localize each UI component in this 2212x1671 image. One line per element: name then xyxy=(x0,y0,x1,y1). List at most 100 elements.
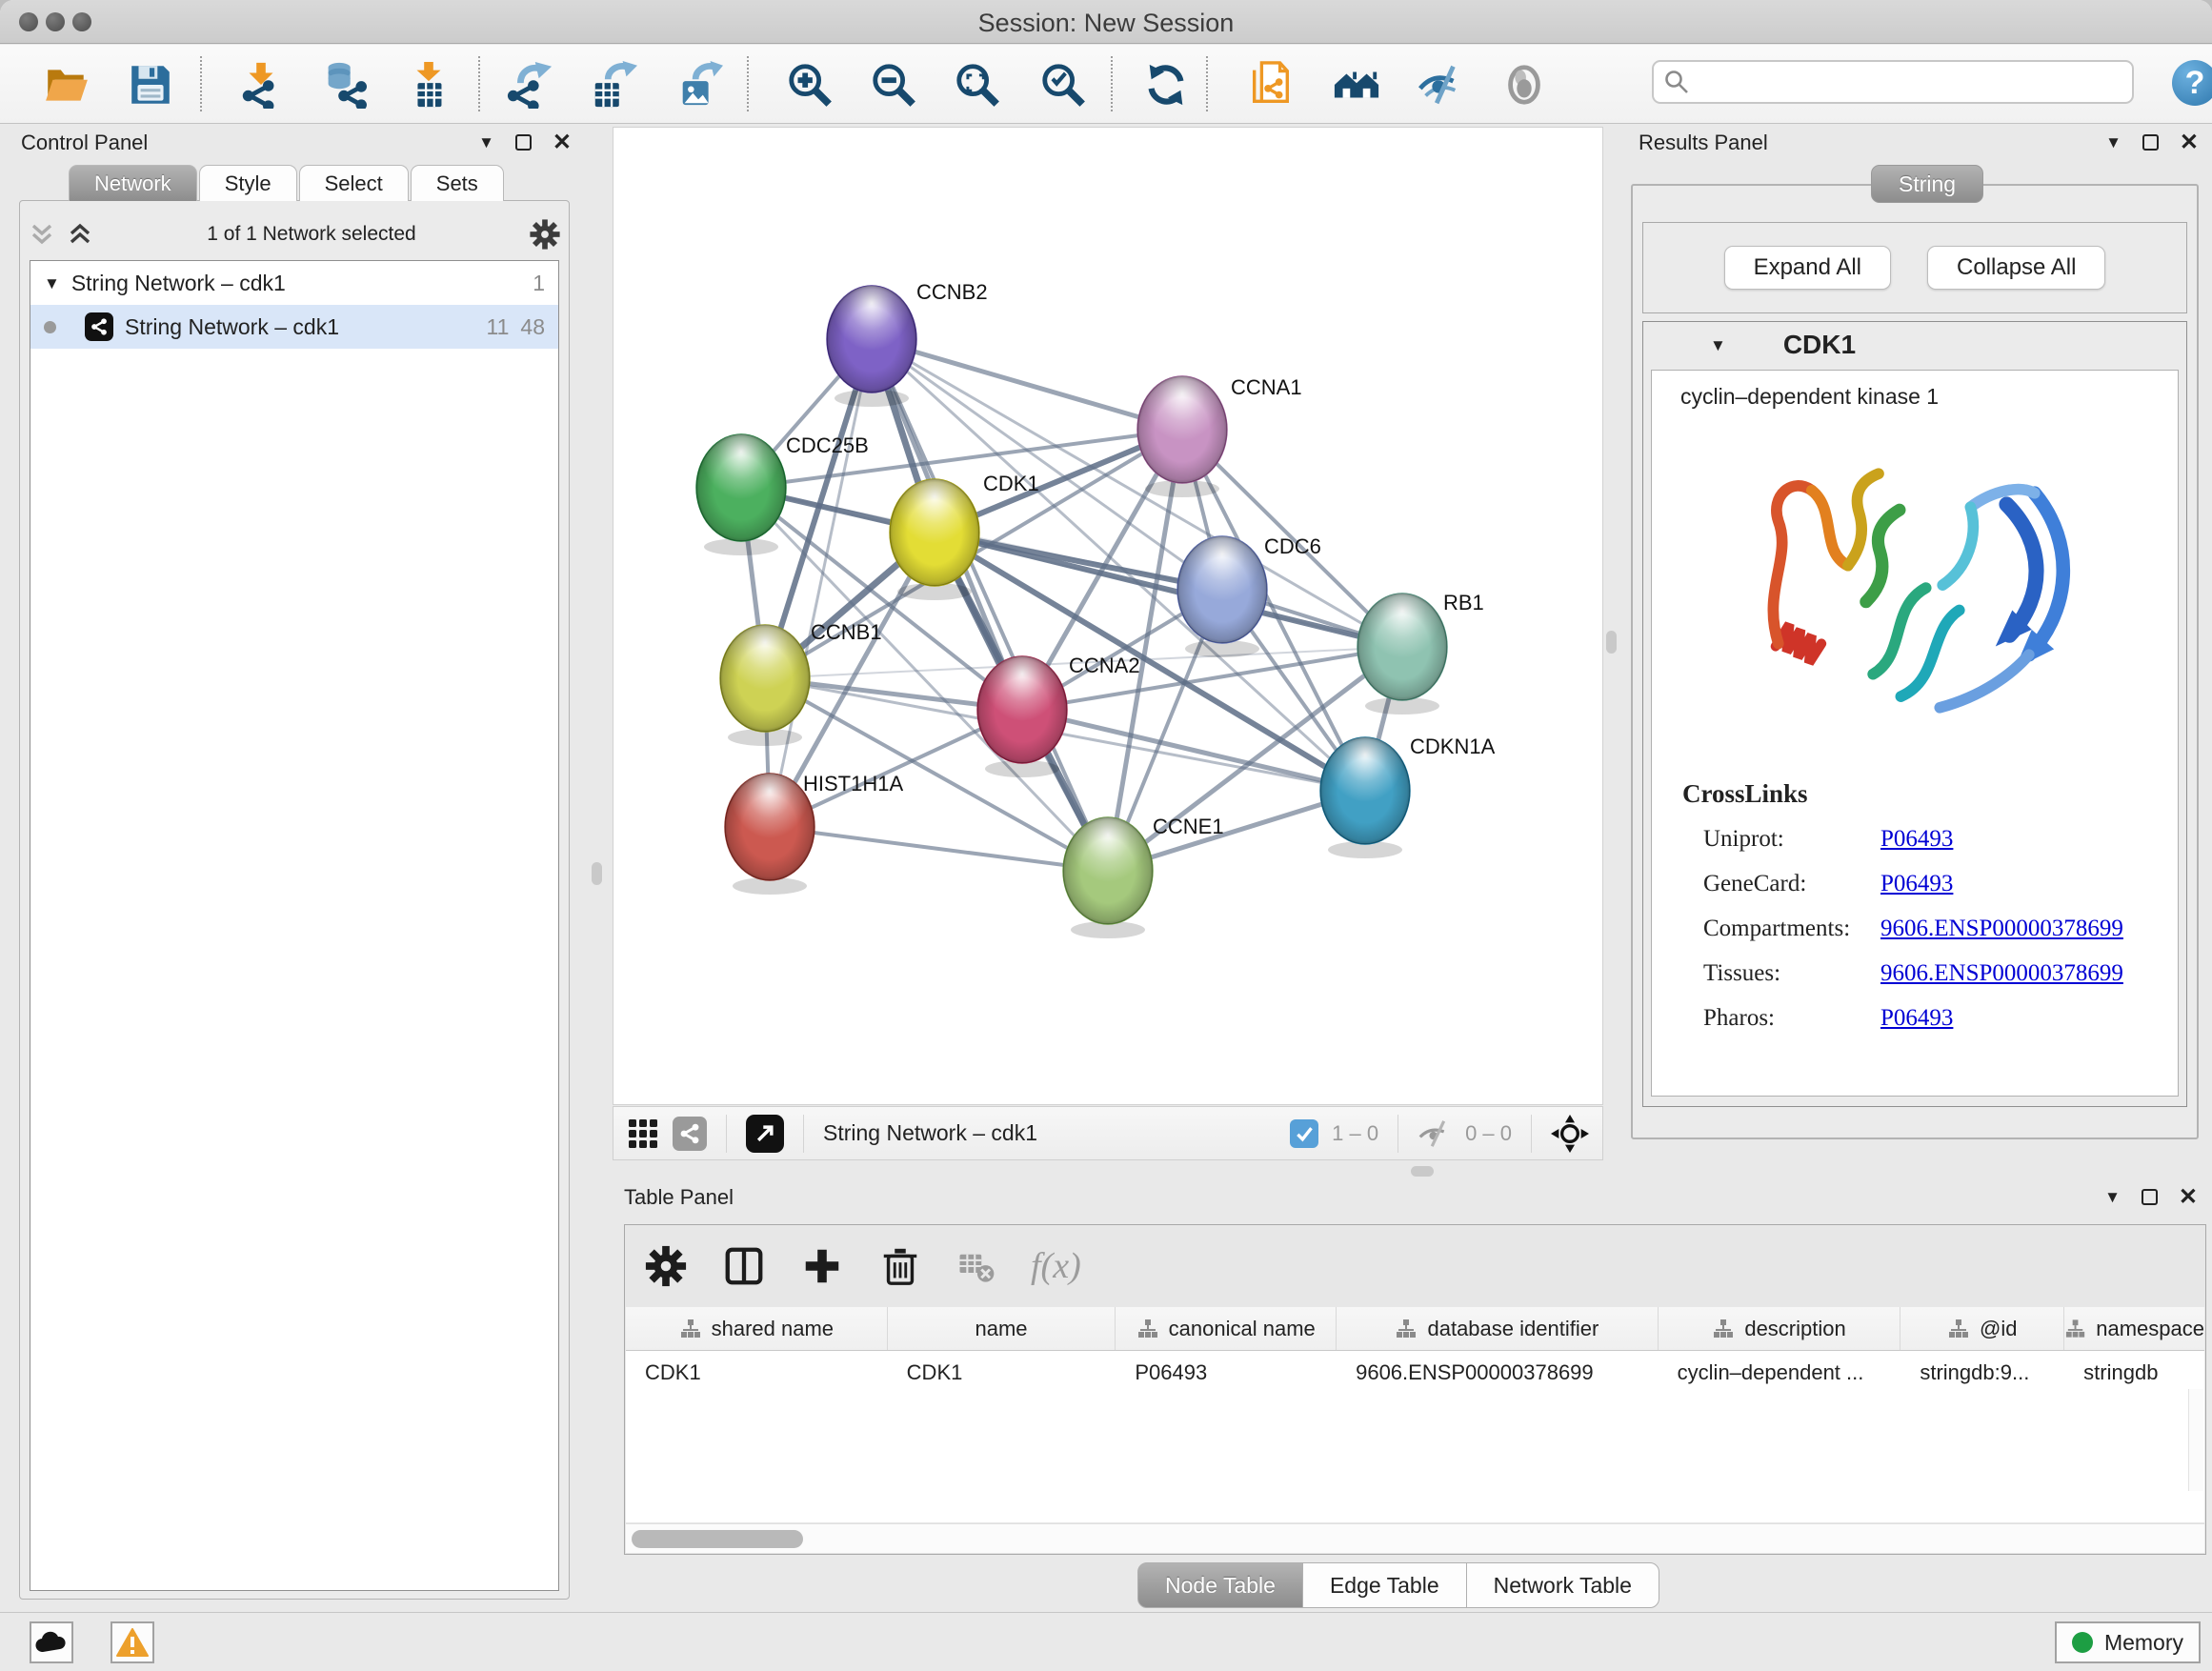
network-row[interactable]: String Network – cdk1 11 48 xyxy=(30,305,558,349)
search-field[interactable] xyxy=(1652,60,2134,104)
cell-namespace[interactable]: stringdb xyxy=(2064,1351,2204,1395)
crosslink-link[interactable]: 9606.ENSP00000378699 xyxy=(1880,960,2123,987)
column-header-namespace[interactable]: namespace xyxy=(2064,1307,2204,1350)
warnings-button[interactable] xyxy=(111,1621,154,1663)
add-column-icon[interactable] xyxy=(800,1244,844,1288)
cell-shared-name[interactable]: CDK1 xyxy=(626,1351,888,1395)
network-node-CCNA1[interactable] xyxy=(1137,376,1227,497)
new-network-from-selection-button[interactable] xyxy=(1244,58,1297,111)
tab-style[interactable]: Style xyxy=(199,165,297,201)
table-row[interactable]: CDK1 CDK1 P06493 9606.ENSP00000378699 cy… xyxy=(626,1351,2204,1395)
zoom-out-button[interactable] xyxy=(867,58,920,111)
network-collection-row[interactable]: ▼ String Network – cdk1 1 xyxy=(30,261,558,305)
selected-checkbox-icon[interactable] xyxy=(1290,1119,1318,1148)
gear-icon[interactable] xyxy=(529,218,561,251)
table-settings-gear-icon[interactable] xyxy=(644,1244,688,1288)
table-panel-menu-button[interactable]: ▼ xyxy=(2104,1189,2121,1205)
control-panel-menu-button[interactable]: ▼ xyxy=(478,134,494,151)
hide-selection-button[interactable] xyxy=(1414,58,1467,111)
export-network-button[interactable] xyxy=(503,58,556,111)
table-panel-close-button[interactable]: ✕ xyxy=(2179,1183,2198,1211)
cell-name[interactable]: CDK1 xyxy=(888,1351,1116,1395)
toggle-graphics-details-button[interactable] xyxy=(1498,58,1551,111)
open-session-button[interactable] xyxy=(40,58,93,111)
network-edge[interactable] xyxy=(770,827,1108,871)
column-header-database-identifier[interactable]: database identifier xyxy=(1337,1307,1659,1350)
tab-network-table[interactable]: Network Table xyxy=(1466,1562,1659,1608)
network-node-CDKN1A[interactable] xyxy=(1320,737,1410,858)
scrollbar-thumb[interactable] xyxy=(632,1530,803,1548)
cloud-button[interactable] xyxy=(30,1621,73,1663)
column-header-canonical-name[interactable]: canonical name xyxy=(1116,1307,1337,1350)
first-neighbors-button[interactable] xyxy=(1330,58,1383,111)
collapse-all-icon[interactable] xyxy=(28,220,56,249)
import-network-from-database-button[interactable] xyxy=(316,58,370,111)
grid-view-icon[interactable] xyxy=(627,1117,659,1150)
network-node-CDC6[interactable] xyxy=(1177,536,1267,657)
zoom-in-button[interactable] xyxy=(783,58,836,111)
network-node-CCNB1[interactable] xyxy=(720,625,810,746)
network-node-HIST1H1A[interactable] xyxy=(725,774,814,895)
delete-column-trash-icon[interactable] xyxy=(878,1244,922,1288)
gene-card-expander-icon[interactable]: ▼ xyxy=(1710,337,1726,353)
crosslink-link[interactable]: 9606.ENSP00000378699 xyxy=(1880,916,2123,942)
delete-table-icon[interactable] xyxy=(956,1246,996,1286)
expand-all-icon[interactable] xyxy=(66,220,94,249)
help-button[interactable]: ? xyxy=(2172,60,2212,106)
column-header-description[interactable]: description xyxy=(1659,1307,1901,1350)
network-node-CCNE1[interactable] xyxy=(1063,817,1153,938)
fit-content-button[interactable] xyxy=(951,58,1004,111)
tab-node-table[interactable]: Node Table xyxy=(1137,1562,1303,1608)
collapse-all-button[interactable]: Collapse All xyxy=(1927,246,2105,290)
hidden-eye-slash-icon[interactable] xyxy=(1418,1118,1452,1149)
column-header-name[interactable]: name xyxy=(888,1307,1116,1350)
import-table-from-file-button[interactable] xyxy=(402,58,455,111)
cell-database-identifier[interactable]: 9606.ENSP00000378699 xyxy=(1337,1351,1659,1395)
memory-button[interactable]: Memory xyxy=(2055,1621,2201,1663)
results-panel-float-button[interactable] xyxy=(2142,134,2159,151)
cell-canonical-name[interactable]: P06493 xyxy=(1116,1351,1337,1395)
right-splitter-grip[interactable] xyxy=(1606,631,1617,654)
cell-description[interactable]: cyclin–dependent ... xyxy=(1659,1351,1901,1395)
network-canvas[interactable]: CCNB2CCNA1CDC25BCDK1CDC6RB1CCNB1CCNA2CDK… xyxy=(613,127,1603,1105)
table-vertical-scrollbar[interactable] xyxy=(2188,1389,2203,1491)
results-panel-close-button[interactable]: ✕ xyxy=(2180,129,2199,156)
network-edge[interactable] xyxy=(872,339,1108,871)
control-panel-float-button[interactable] xyxy=(515,134,532,151)
network-node-CDK1[interactable] xyxy=(890,479,979,600)
export-table-button[interactable] xyxy=(587,58,640,111)
tree-expander-icon[interactable]: ▼ xyxy=(44,275,60,292)
network-edge[interactable] xyxy=(770,339,872,827)
refresh-view-button[interactable] xyxy=(1139,58,1193,111)
network-node-RB1[interactable] xyxy=(1357,594,1447,715)
column-header-id[interactable]: @id xyxy=(1900,1307,2064,1350)
network-node-CDC25B[interactable] xyxy=(696,434,786,555)
crosslink-link[interactable]: P06493 xyxy=(1880,826,1953,853)
tab-edge-table[interactable]: Edge Table xyxy=(1302,1562,1467,1608)
export-image-button[interactable] xyxy=(673,58,726,111)
import-network-from-file-button[interactable] xyxy=(234,58,288,111)
tab-select[interactable]: Select xyxy=(299,165,409,201)
expand-all-button[interactable]: Expand All xyxy=(1724,246,1891,290)
birdseye-crosshair-icon[interactable] xyxy=(1551,1115,1589,1153)
search-input[interactable] xyxy=(1690,69,2132,95)
zoom-selected-button[interactable] xyxy=(1036,58,1090,111)
network-node-CCNB2[interactable] xyxy=(827,286,916,407)
crosslink-link[interactable]: P06493 xyxy=(1880,1005,1953,1032)
save-session-button[interactable] xyxy=(124,58,177,111)
detach-view-icon[interactable] xyxy=(746,1115,784,1153)
crosslink-link[interactable]: P06493 xyxy=(1880,871,1953,897)
network-edge[interactable] xyxy=(872,339,1182,430)
tab-string[interactable]: String xyxy=(1871,165,1983,203)
control-panel-close-button[interactable]: ✕ xyxy=(553,129,572,156)
network-view-icon[interactable] xyxy=(673,1117,707,1151)
table-panel-float-button[interactable] xyxy=(2142,1189,2158,1205)
tab-sets[interactable]: Sets xyxy=(411,165,504,201)
table-horizontal-scrollbar[interactable] xyxy=(626,1523,2204,1553)
tab-network[interactable]: Network xyxy=(69,165,197,201)
left-splitter-grip[interactable] xyxy=(592,862,602,885)
column-header-shared-name[interactable]: shared name xyxy=(626,1307,888,1350)
show-columns-icon[interactable] xyxy=(722,1244,766,1288)
function-builder-icon[interactable]: f(x) xyxy=(1031,1245,1081,1287)
cell-id[interactable]: stringdb:9... xyxy=(1900,1351,2064,1395)
